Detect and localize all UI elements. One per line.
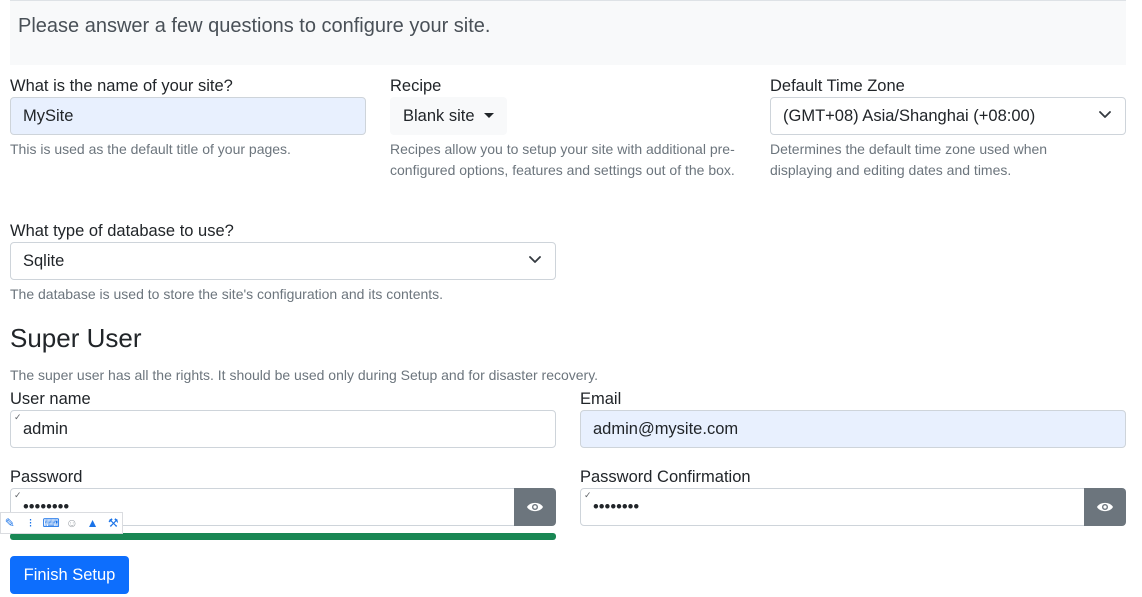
timezone-label: Default Time Zone xyxy=(770,77,905,95)
username-input[interactable]: ✓ admin xyxy=(10,410,556,448)
database-selected: Sqlite xyxy=(23,252,65,270)
timezone-help: Determines the default time zone used wh… xyxy=(770,141,1048,178)
site-name-input[interactable]: MySite xyxy=(10,97,366,135)
password-confirm-value: •••••••• xyxy=(593,498,640,516)
autofill-check-icon: ✓ xyxy=(14,490,22,500)
database-label: What type of database to use? xyxy=(10,222,234,240)
wrench-icon[interactable]: ⚒ xyxy=(104,514,122,532)
intro-banner: Please answer a few questions to configu… xyxy=(10,0,1126,65)
caret-down-icon xyxy=(483,113,494,118)
intro-text: Please answer a few questions to configu… xyxy=(18,15,491,37)
password-confirm-input[interactable]: ✓ •••••••• xyxy=(580,488,1086,526)
autofill-check-icon: ✓ xyxy=(14,412,22,422)
username-label: User name xyxy=(10,390,91,408)
username-value: admin xyxy=(23,420,68,438)
dot-menu-icon[interactable]: ⁝ xyxy=(22,514,40,532)
super-user-title: Super User xyxy=(10,323,142,353)
clipped-heading xyxy=(72,0,90,2)
site-name-value: MySite xyxy=(23,107,74,125)
chevron-down-icon xyxy=(1099,111,1111,118)
site-name-help: This is used as the default title of you… xyxy=(10,141,291,157)
keyboard-icon[interactable]: ⌨ xyxy=(42,514,60,532)
eye-icon xyxy=(527,502,543,512)
password-confirm-label: Password Confirmation xyxy=(580,468,751,486)
site-name-label: What is the name of your site? xyxy=(10,77,233,95)
recipe-label: Recipe xyxy=(390,77,442,95)
recipe-selected: Blank site xyxy=(403,107,475,125)
recipe-dropdown-button[interactable]: Blank site xyxy=(390,97,507,135)
user-icon[interactable]: ☺ xyxy=(63,514,81,532)
recipe-help: Recipes allow you to setup your site wit… xyxy=(390,141,735,178)
database-help: The database is used to store the site's… xyxy=(10,286,444,302)
email-value: admin@mysite.com xyxy=(593,420,739,438)
password-strength-bar xyxy=(10,533,556,540)
brush-icon[interactable]: ✎ xyxy=(1,514,19,532)
show-password-button[interactable] xyxy=(514,488,556,526)
chevron-down-icon xyxy=(529,256,541,263)
timezone-selected: (GMT+08) Asia/Shanghai (+08:00) xyxy=(783,107,1036,125)
extension-toolbar: ✎ ⁝ ⌨ ☺ ▲ ⚒ xyxy=(0,512,123,534)
timezone-select[interactable]: (GMT+08) Asia/Shanghai (+08:00) xyxy=(770,97,1126,135)
show-password-confirm-button[interactable] xyxy=(1084,488,1126,526)
autofill-check-icon: ✓ xyxy=(584,490,592,500)
super-user-help: The super user has all the rights. It sh… xyxy=(10,367,599,383)
eye-icon xyxy=(1097,502,1113,512)
email-label: Email xyxy=(580,390,622,408)
database-select[interactable]: Sqlite xyxy=(10,242,556,280)
email-input[interactable]: admin@mysite.com xyxy=(580,410,1126,448)
finish-setup-button[interactable]: Finish Setup xyxy=(10,556,129,594)
shirt-icon[interactable]: ▲ xyxy=(84,514,102,532)
